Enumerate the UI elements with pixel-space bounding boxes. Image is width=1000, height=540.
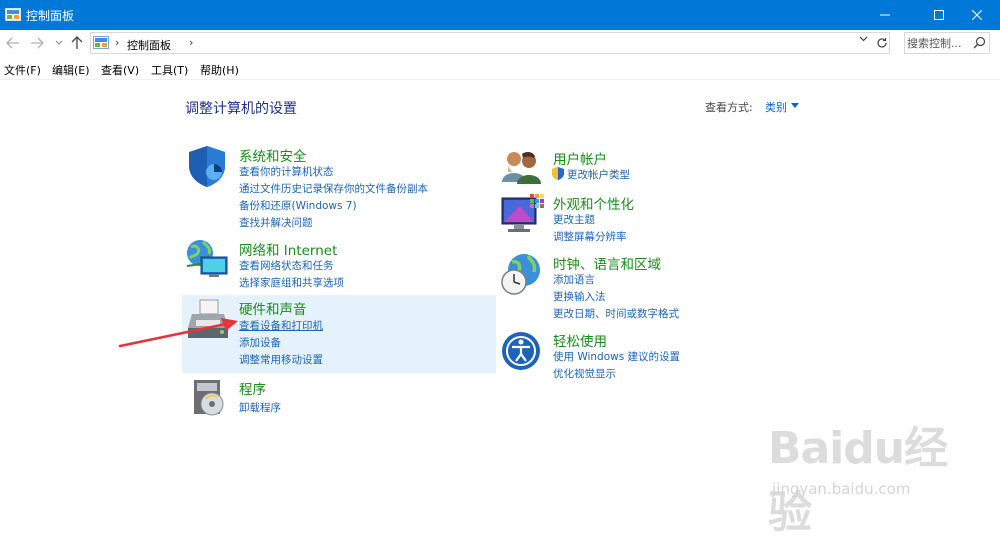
search-box[interactable] — [904, 32, 990, 54]
menu-tools[interactable]: 工具(T) — [151, 62, 188, 78]
menu-view[interactable]: 查看(V) — [101, 62, 139, 78]
monitor-palette-icon[interactable] — [500, 192, 546, 236]
link-screen-resolution[interactable]: 调整屏幕分辨率 — [553, 229, 627, 244]
uac-shield-icon — [552, 167, 564, 180]
category-title-ease-of-access[interactable]: 轻松使用 — [553, 330, 607, 350]
programs-disc-icon[interactable] — [190, 378, 230, 418]
link-mobility-settings[interactable]: 调整常用移动设置 — [239, 352, 323, 367]
breadcrumb-control-panel[interactable]: 控制面板 — [127, 37, 171, 53]
caret-down-icon[interactable] — [791, 103, 799, 108]
up-button[interactable] — [68, 34, 86, 52]
link-optimize-visual-display[interactable]: 优化视觉显示 — [553, 366, 616, 381]
close-button[interactable] — [954, 0, 1000, 30]
watermark-url: jingyan.baidu.com — [772, 480, 911, 498]
link-recommended-settings[interactable]: 使用 Windows 建议的设置 — [553, 349, 680, 364]
link-troubleshoot[interactable]: 查找并解决问题 — [239, 215, 313, 230]
arrow-left-icon — [6, 37, 19, 49]
category-title-programs[interactable]: 程序 — [239, 378, 266, 398]
address-dropdown-chevron-icon[interactable] — [859, 36, 868, 42]
chevron-down-icon — [55, 40, 63, 45]
title-bar[interactable]: 控制面板 — [0, 0, 1000, 30]
red-annotation-arrow-icon — [118, 318, 238, 348]
network-globe-icon[interactable] — [185, 238, 229, 280]
search-input[interactable] — [907, 34, 969, 52]
link-add-device[interactable]: 添加设备 — [239, 335, 281, 350]
menu-help[interactable]: 帮助(H) — [200, 62, 239, 78]
forward-button[interactable] — [28, 34, 46, 52]
view-by-label: 查看方式: — [705, 101, 753, 114]
category-title-user-accounts[interactable]: 用户帐户 — [553, 148, 607, 168]
maximize-icon — [934, 10, 944, 20]
address-bar[interactable]: › 控制面板 › — [90, 32, 890, 54]
window-title: 控制面板 — [26, 9, 75, 23]
baidu-watermark: Baidu经验 jingyan.baidu.com — [768, 412, 988, 538]
arrow-right-icon — [31, 37, 44, 49]
link-devices-printers[interactable]: 查看设备和打印机 — [239, 318, 323, 333]
address-row: › 控制面板 › — [0, 30, 1000, 56]
link-uninstall-program[interactable]: 卸载程序 — [239, 400, 281, 415]
link-view-computer-status[interactable]: 查看你的计算机状态 — [239, 164, 334, 179]
minimize-button[interactable] — [862, 0, 908, 30]
link-file-history-backup[interactable]: 通过文件历史记录保存你的文件备份副本 — [239, 181, 428, 196]
page-title: 调整计算机的设置 — [185, 101, 297, 117]
watermark-logo: Baidu经验 — [768, 423, 948, 538]
link-change-account-type[interactable]: 更改帐户类型 — [567, 167, 630, 182]
arrow-up-icon — [71, 36, 83, 49]
shield-icon[interactable] — [185, 144, 229, 188]
refresh-button[interactable] — [873, 34, 891, 52]
menu-file[interactable]: 文件(F) — [4, 62, 41, 78]
control-panel-window: 控制面板 › 控制面板 › 搜索控制... 文件(F) 编辑(E) 查看(V) … — [0, 0, 1000, 538]
ease-of-access-icon[interactable] — [500, 330, 542, 372]
category-title-hardware-sound[interactable]: 硬件和声音 — [239, 298, 307, 318]
category-title-network-internet[interactable]: 网络和 Internet — [239, 239, 337, 259]
link-add-language[interactable]: 添加语言 — [553, 272, 595, 287]
link-homegroup-sharing[interactable]: 选择家庭组和共享选项 — [239, 275, 344, 290]
link-change-input-method[interactable]: 更换输入法 — [553, 289, 606, 304]
view-by-dropdown[interactable]: 类别 — [765, 99, 787, 115]
users-icon[interactable] — [500, 148, 544, 186]
search-icon[interactable] — [973, 36, 986, 49]
menu-bar: 文件(F) 编辑(E) 查看(V) 工具(T) 帮助(H) — [0, 58, 1000, 80]
minimize-icon — [880, 14, 890, 16]
link-change-theme[interactable]: 更改主题 — [553, 212, 595, 227]
close-icon — [972, 10, 982, 20]
clock-globe-icon[interactable] — [500, 252, 544, 296]
link-change-date-time-format[interactable]: 更改日期、时间或数字格式 — [553, 306, 679, 321]
category-title-appearance[interactable]: 外观和个性化 — [553, 193, 634, 213]
breadcrumb-separator-icon[interactable]: › — [189, 36, 193, 49]
breadcrumb-separator-icon[interactable]: › — [115, 36, 119, 49]
link-network-status[interactable]: 查看网络状态和任务 — [239, 258, 334, 273]
refresh-icon — [877, 38, 887, 48]
back-button[interactable] — [4, 34, 22, 52]
recent-locations-button[interactable] — [50, 34, 68, 52]
category-title-clock-language-region[interactable]: 时钟、语言和区域 — [553, 253, 661, 273]
menu-edit[interactable]: 编辑(E) — [52, 62, 90, 78]
control-panel-icon — [5, 8, 21, 21]
category-title-system-security[interactable]: 系统和安全 — [239, 145, 307, 165]
link-backup-restore[interactable]: 备份和还原(Windows 7) — [239, 198, 357, 213]
control-panel-icon — [93, 36, 109, 49]
